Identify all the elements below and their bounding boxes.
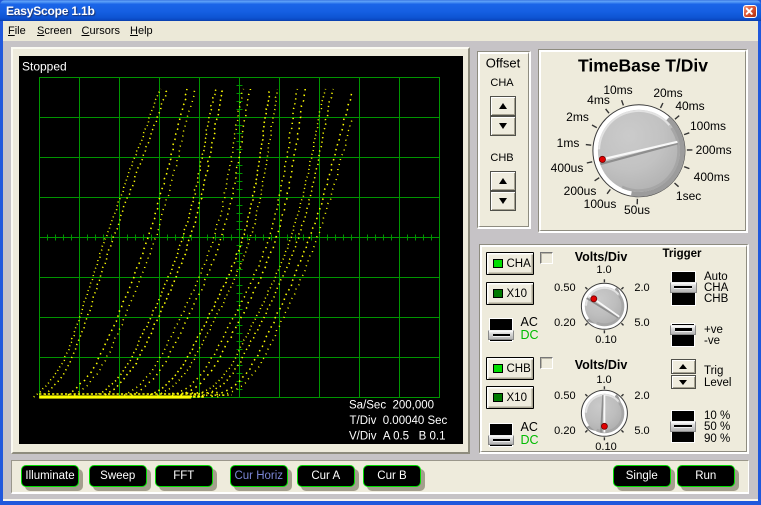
- svg-text:Stopped: Stopped: [22, 60, 67, 74]
- svg-text:T/Div 0.00040 Sec: T/Div 0.00040 Sec: [350, 415, 448, 427]
- svg-text:Sa/Sec 200,000: Sa/Sec 200,000: [349, 400, 434, 412]
- svg-text:V/Div A 0.5 B 0.1: V/Div A 0.5 B 0.1: [349, 430, 446, 442]
